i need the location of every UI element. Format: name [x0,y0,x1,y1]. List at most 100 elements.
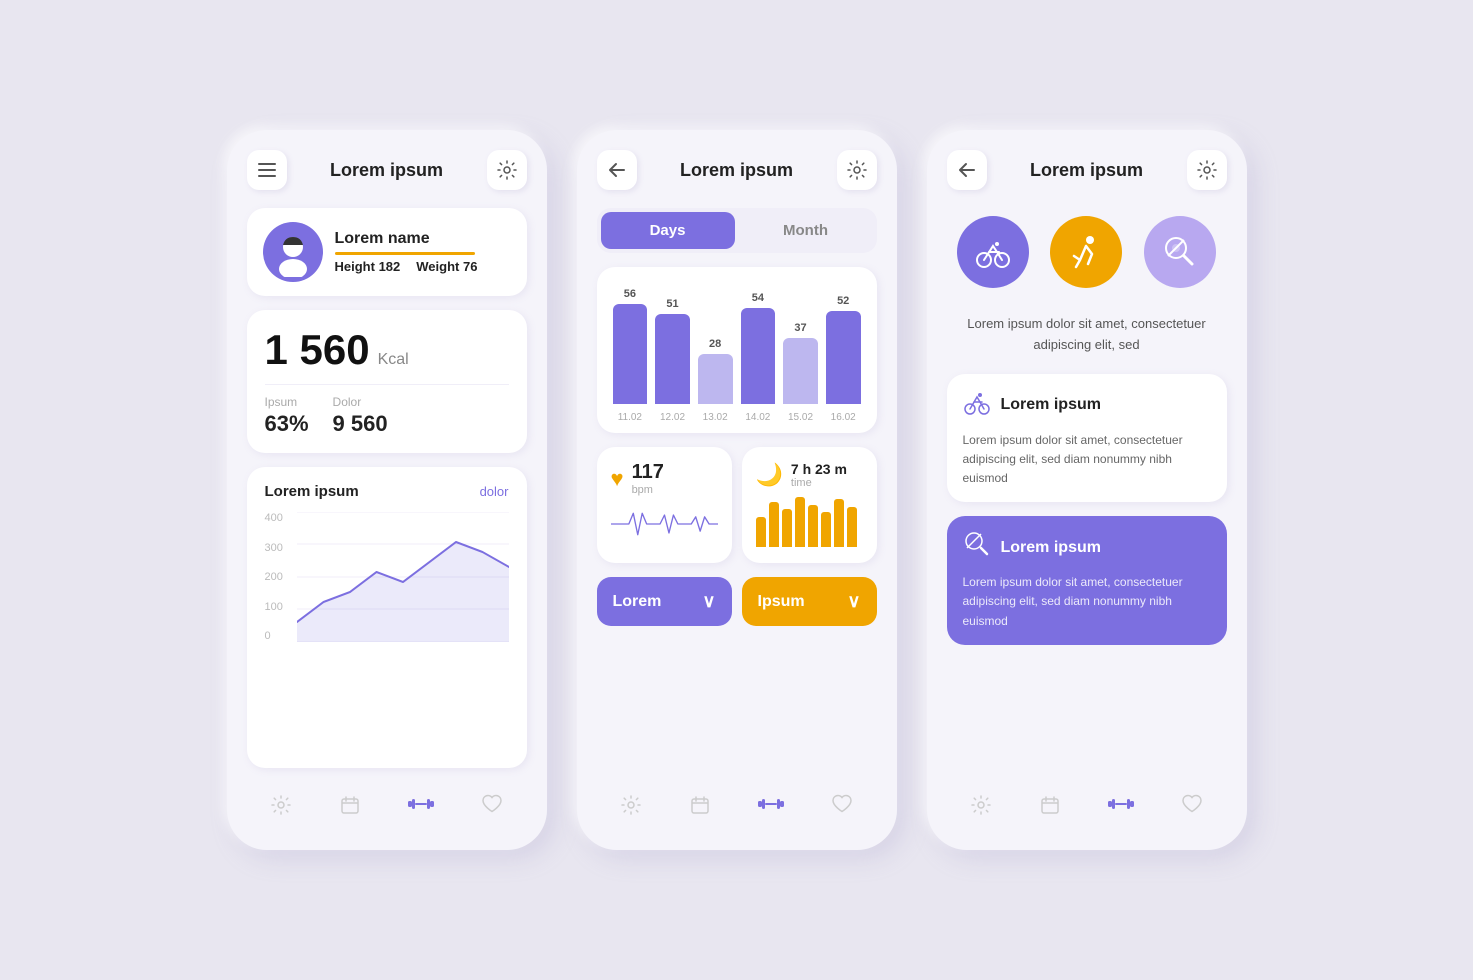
calories-value: 1 560 Kcal [265,326,509,374]
calories-number: 1 560 [265,326,370,374]
bike-icon-circle[interactable] [957,216,1029,288]
header-title-2: Lorem ipsum [680,160,793,181]
chart-title: Lorem ipsum [265,483,359,500]
metric-card-heart: ♥ 117 bpm [597,447,732,563]
chart-area [297,512,509,642]
nav-calendar-2[interactable] [681,790,719,826]
chevron-icon-2: ∨ [847,591,860,612]
run-icon-circle[interactable] [1050,216,1122,288]
bottom-nav-2 [597,782,877,830]
bar-col-5: 52 16.02 [826,295,861,423]
bar-value-5: 52 [837,295,849,307]
header-title-3: Lorem ipsum [1030,160,1143,181]
bar-label-4: 15.02 [788,412,813,423]
bar-rect-5 [826,311,861,404]
info-card-white: Lorem ipsum Lorem ipsum dolor sit amet, … [947,374,1227,503]
bar-col-3: 54 14.02 [741,292,776,423]
metric-card-sleep: 🌙 7 h 23 m time [742,447,877,563]
bar-label-3: 14.02 [745,412,770,423]
info-card-white-title: Lorem ipsum [1001,396,1101,414]
metric-top-sleep: 🌙 7 h 23 m time [756,461,863,489]
bar-chart-card: 56 11.02 51 12.02 28 13.02 54 14 [597,267,877,433]
nav-settings-1[interactable] [262,790,300,826]
weight-label: Weight 76 [416,259,477,274]
avatar [263,222,323,282]
tab-days[interactable]: Days [601,212,735,249]
settings-button-2[interactable] [837,150,877,190]
header-title-1: Lorem ipsum [330,160,443,181]
stats-row: Ipsum 63% Dolor 9 560 [265,395,509,437]
bottom-nav-3 [947,782,1227,830]
header-3: Lorem ipsum [947,150,1227,190]
nav-calendar-3[interactable] [1031,790,1069,826]
bar-col-1: 51 12.02 [655,298,690,423]
tabs-row: Days Month [597,208,877,253]
metric-top-heart: ♥ 117 bpm [611,461,718,496]
bar-col-0: 56 11.02 [613,288,648,423]
bar-value-4: 37 [794,322,806,334]
profile-card: Lorem name Height 182 Weight 76 [247,208,527,296]
nav-settings-3[interactable] [962,790,1000,826]
moon-icon: 🌙 [756,462,783,488]
screens-container: Lorem ipsum Lorem name [227,130,1247,850]
heart-value: 117 [632,461,664,484]
header-1: Lorem ipsum [247,150,527,190]
line-chart: 400 300 200 100 0 [265,512,509,662]
menu-button[interactable] [247,150,287,190]
bottom-nav-1 [247,782,527,830]
heartbeat-line [611,504,718,549]
chart-link[interactable]: dolor [480,484,509,499]
nav-dumbbell-1[interactable] [400,790,442,826]
info-card-white-header: Lorem ipsum [963,388,1211,423]
nav-calendar-1[interactable] [331,790,369,826]
stat-value-2: 9 560 [333,411,388,437]
info-card-purple-title: Lorem ipsum [1001,539,1101,557]
y-labels: 400 300 200 100 0 [265,512,295,642]
nav-settings-2[interactable] [612,790,650,826]
metrics-row: ♥ 117 bpm 🌙 7 h 23 m ti [597,447,877,563]
nav-heart-3[interactable] [1173,790,1211,826]
phone-screen-1: Lorem ipsum Lorem name [227,130,547,850]
bar-label-1: 12.02 [660,412,685,423]
info-card-white-body: Lorem ipsum dolor sit amet, consectetuer… [963,431,1211,489]
pingpong-icon-circle[interactable] [1144,216,1216,288]
dropdown-ipsum[interactable]: Ipsum ∨ [742,577,877,626]
bar-value-0: 56 [624,288,636,300]
nav-dumbbell-2[interactable] [750,790,792,826]
info-card-purple: Lorem ipsum Lorem ipsum dolor sit amet, … [947,516,1227,645]
bar-label-0: 11.02 [618,412,642,423]
stat-value-1: 63% [265,411,309,437]
nav-heart-1[interactable] [473,790,511,826]
profile-info: Lorem name Height 182 Weight 76 [335,230,511,274]
back-button-2[interactable] [597,150,637,190]
bar-label-2: 13.02 [703,412,728,423]
heart-sub: bpm [632,484,664,496]
chart-card: Lorem ipsum dolor 400 300 200 100 0 [247,467,527,768]
heart-icon: ♥ [611,466,624,492]
height-value: 182 [379,259,401,274]
sleep-bars [756,497,863,547]
dropdowns-row: Lorem ∨ Ipsum ∨ [597,577,877,626]
phone-screen-2: Lorem ipsum Days Month 56 11.02 [577,130,897,850]
back-button-3[interactable] [947,150,987,190]
stat-dolor: Dolor 9 560 [333,395,388,437]
bar-value-3: 54 [752,292,764,304]
bar-rect-3 [741,308,776,404]
divider [265,384,509,385]
tab-month[interactable]: Month [739,212,873,249]
bar-rect-2 [698,354,733,404]
weight-value: 76 [463,259,477,274]
dropdown-lorem[interactable]: Lorem ∨ [597,577,732,626]
nav-dumbbell-3[interactable] [1100,790,1142,826]
settings-button-1[interactable] [487,150,527,190]
nav-heart-2[interactable] [823,790,861,826]
dropdown-lorem-label: Lorem [613,593,662,611]
settings-button-3[interactable] [1187,150,1227,190]
description-text: Lorem ipsum dolor sit amet, consectetuer… [947,310,1227,360]
bars-container: 56 11.02 51 12.02 28 13.02 54 14 [609,283,865,423]
bar-rect-4 [783,338,818,404]
profile-bar [335,252,476,255]
profile-stats: Height 182 Weight 76 [335,259,511,274]
stat-label-1: Ipsum [265,395,309,409]
pingpong-icon-card [963,530,991,565]
